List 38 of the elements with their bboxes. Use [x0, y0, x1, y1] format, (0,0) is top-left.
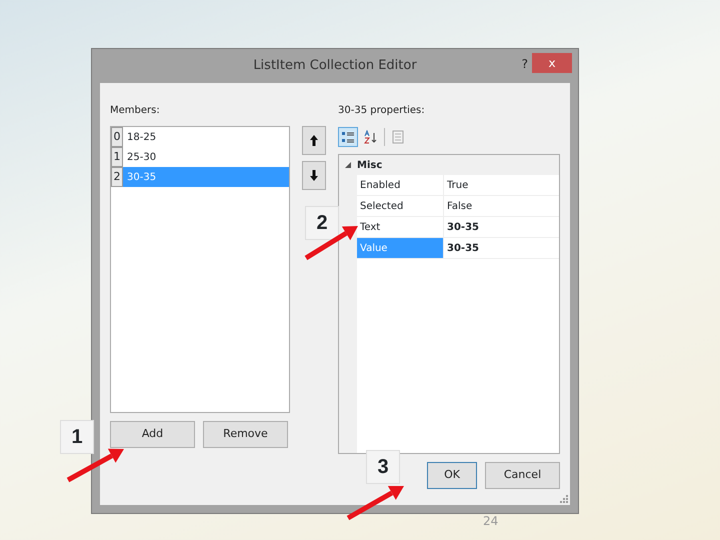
property-value[interactable]: False	[443, 196, 559, 217]
list-item[interactable]: 18-25	[123, 127, 289, 147]
move-up-button[interactable]	[302, 126, 326, 155]
property-pages-icon	[391, 130, 405, 144]
callout-number: 1	[60, 420, 94, 454]
properties-label: 30-35 properties:	[338, 105, 425, 116]
down-arrow-icon	[310, 170, 318, 181]
index-cell: 0	[111, 127, 123, 147]
cancel-button[interactable]: Cancel	[485, 462, 560, 489]
property-name[interactable]: Selected	[357, 196, 443, 217]
expand-arrow-icon[interactable]	[345, 162, 351, 168]
remove-button[interactable]: Remove	[203, 421, 288, 448]
property-value[interactable]: 30-35	[443, 217, 559, 238]
property-name[interactable]: Enabled	[357, 175, 443, 196]
index-cell: 2	[111, 167, 123, 187]
property-value[interactable]: True	[443, 175, 559, 196]
add-button[interactable]: Add	[110, 421, 195, 448]
resize-grip-icon[interactable]	[560, 495, 568, 503]
callout-number: 2	[305, 206, 339, 240]
category-label: Misc	[357, 158, 382, 172]
list-item[interactable]: 25-30	[123, 147, 289, 167]
property-value[interactable]: 30-35	[443, 238, 559, 259]
ok-button[interactable]: OK	[427, 462, 477, 489]
toolbar-button[interactable]	[338, 127, 358, 147]
callout-arrow	[66, 448, 124, 482]
members-list[interactable]: 0 18-25 1 25-30 2 30-35	[110, 126, 290, 413]
categorized-icon	[341, 130, 355, 144]
index-cell: 1	[111, 147, 123, 167]
members-label: Members:	[110, 105, 160, 116]
move-down-button[interactable]	[302, 161, 326, 190]
slide-number: 24	[483, 513, 498, 530]
callout-arrow	[346, 486, 404, 520]
callout-number: 3	[366, 450, 400, 484]
close-button[interactable]: x	[532, 53, 572, 73]
window-title: ListItem Collection Editor	[253, 57, 417, 76]
sort-icon	[364, 130, 378, 144]
help-button[interactable]: ?	[522, 55, 528, 73]
up-arrow-icon	[310, 135, 318, 146]
